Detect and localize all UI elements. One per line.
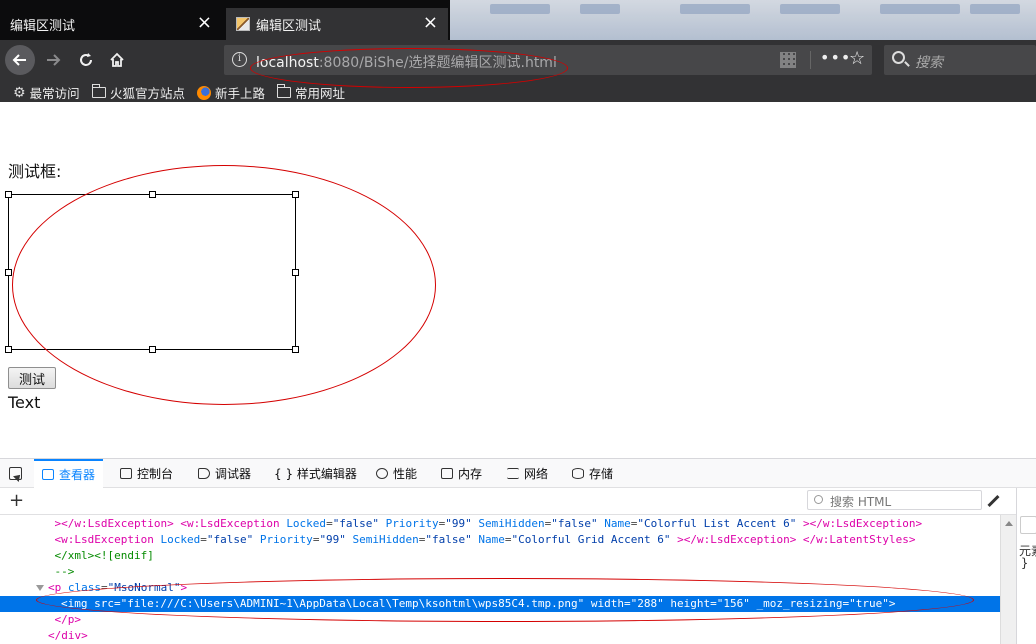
resize-handle[interactable] <box>149 191 156 198</box>
browser-tab-active[interactable]: 编辑区测试 × <box>226 8 448 40</box>
search-bar[interactable]: 搜索 <box>884 45 1036 75</box>
memory-icon <box>441 468 453 479</box>
bookmarks-bar: ⚙ 最常访问 火狐官方站点 新手上路 常用网址 <box>0 80 1036 102</box>
tab-performance[interactable]: 性能 <box>376 459 417 488</box>
rules-brace: } <box>1021 556 1029 570</box>
info-icon[interactable]: i <box>232 52 247 67</box>
home-icon[interactable] <box>103 46 131 74</box>
tab-console[interactable]: 控制台 <box>120 459 173 488</box>
favicon-icon <box>236 17 250 31</box>
more-icon[interactable]: ••• <box>820 48 851 67</box>
search-placeholder: 搜索 <box>915 55 943 71</box>
tab-debugger[interactable]: 调试器 <box>198 459 251 488</box>
tab-title: 编辑区测试 <box>10 18 76 34</box>
resize-handle[interactable] <box>5 191 12 198</box>
gear-icon: ⚙ <box>13 84 26 101</box>
tab-storage[interactable]: 存储 <box>572 459 613 488</box>
tab-style-editor[interactable]: { } 样式编辑器 <box>274 459 357 488</box>
tab-inspector[interactable]: 查看器 <box>34 459 104 488</box>
bookmark-firefox-site[interactable]: 火狐官方站点 <box>91 83 185 102</box>
network-icon <box>507 468 519 479</box>
folder-icon <box>91 84 106 98</box>
resize-handle[interactable] <box>292 191 299 198</box>
browser-tab[interactable]: 编辑区测试 × <box>0 8 222 40</box>
element-picker-icon[interactable] <box>9 467 22 480</box>
markup-line[interactable]: </div> <box>0 628 1000 644</box>
rules-sidebar: 元素 } <box>1016 488 1036 644</box>
back-icon[interactable] <box>5 45 35 75</box>
background-window <box>450 0 1036 40</box>
markup-line[interactable]: --> <box>0 564 1000 580</box>
markup-line[interactable]: </p> <box>0 612 1000 628</box>
tab-strip: 编辑区测试 × 编辑区测试 × <box>0 0 1036 40</box>
resize-handle[interactable] <box>292 269 299 276</box>
markup-line[interactable]: <w:LsdException Locked="false" Priority=… <box>0 532 1000 548</box>
eyedropper-icon[interactable] <box>987 494 1000 508</box>
inspector-toolbar: + 搜索 HTML <box>0 488 1016 515</box>
resize-handle[interactable] <box>292 346 299 353</box>
markup-line[interactable]: </xml><![endif] <box>0 548 1000 564</box>
test-box-label: 测试框: <box>8 162 62 181</box>
markup-line-selected[interactable]: <img src="file:///C:\Users\ADMINI~1\AppD… <box>0 596 1000 612</box>
add-node-icon[interactable]: + <box>9 490 24 511</box>
filter-input[interactable] <box>1020 516 1036 534</box>
forward-icon[interactable] <box>39 46 67 74</box>
resize-handle[interactable] <box>5 269 12 276</box>
search-icon <box>892 51 905 64</box>
bookmark-getting-started[interactable]: 新手上路 <box>197 83 265 102</box>
resize-handle[interactable] <box>149 346 156 353</box>
folder-icon <box>276 84 291 98</box>
tab-network[interactable]: 网络 <box>507 459 548 488</box>
bookmark-star-icon[interactable]: ☆ <box>849 48 865 69</box>
inspector-icon <box>42 469 54 480</box>
expand-toggle-icon[interactable] <box>36 585 44 591</box>
divider <box>810 51 811 69</box>
close-icon[interactable]: × <box>423 14 438 32</box>
output-text: Text <box>8 393 41 412</box>
storage-icon <box>572 468 584 479</box>
markup-line[interactable]: <p class="MsoNormal"> <box>0 580 1000 596</box>
resize-handle[interactable] <box>5 346 12 353</box>
url-bar[interactable]: i localhost:8080/BiShe/选择题编辑区测试.html •••… <box>224 45 872 75</box>
url-text[interactable]: localhost:8080/BiShe/选择题编辑区测试.html <box>256 52 557 72</box>
test-button[interactable]: 测试 <box>8 367 56 389</box>
markup-scrollbar[interactable] <box>1000 515 1016 644</box>
qr-code-icon[interactable] <box>780 52 796 68</box>
console-icon <box>120 468 132 479</box>
debugger-icon <box>198 468 210 479</box>
markup-line[interactable]: ></w:LsdException> <w:LsdException Locke… <box>0 516 1000 532</box>
markup-view: ></w:LsdException> <w:LsdException Locke… <box>0 515 1000 644</box>
performance-icon <box>376 468 388 479</box>
search-html-input[interactable]: 搜索 HTML <box>807 490 982 510</box>
editable-test-box[interactable] <box>5 191 299 353</box>
search-html-placeholder: 搜索 HTML <box>830 495 892 509</box>
reload-icon[interactable] <box>72 46 100 74</box>
firefox-icon <box>197 85 211 100</box>
devtools-tabbar: 查看器 控制台 调试器 { } 样式编辑器 性能 内存 网络 存储 <box>0 459 1036 488</box>
navigation-bar: i localhost:8080/BiShe/选择题编辑区测试.html •••… <box>0 40 1036 80</box>
search-icon <box>814 495 823 504</box>
tab-title: 编辑区测试 <box>256 18 322 34</box>
tab-memory[interactable]: 内存 <box>441 459 482 488</box>
devtools-panel: 查看器 控制台 调试器 { } 样式编辑器 性能 内存 网络 存储 + 搜索 H… <box>0 458 1036 644</box>
close-icon[interactable]: × <box>197 14 212 32</box>
bookmark-most-visited[interactable]: ⚙ 最常访问 <box>13 83 80 102</box>
bookmark-common-sites[interactable]: 常用网址 <box>276 83 345 102</box>
